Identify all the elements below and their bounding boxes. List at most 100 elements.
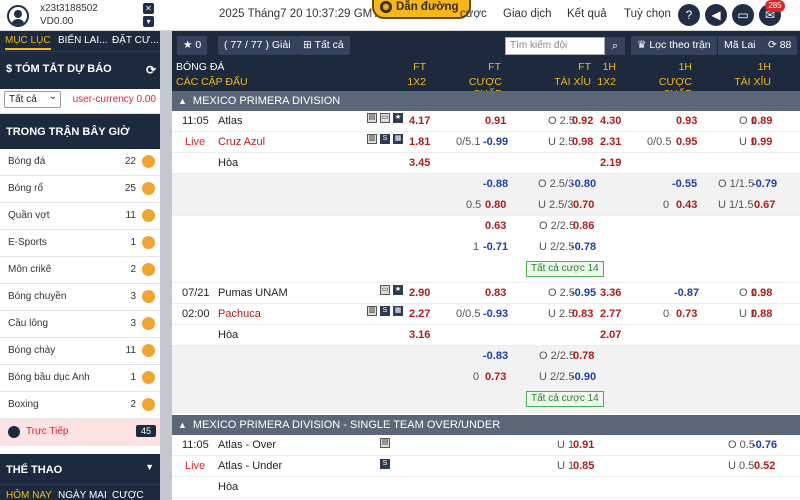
odds-1h-hdp-away[interactable]: 0.43 [676,199,697,211]
odds-hdp-home[interactable]: -0.88 [483,178,508,190]
tab-today[interactable]: HÔM NAY [6,490,52,500]
odds-ou-over[interactable]: -0.80 [571,178,596,190]
refresh-icon[interactable]: ⟳ [146,63,156,77]
search-input[interactable]: Tìm kiếm đội [505,37,605,55]
league-header[interactable]: ▲ MEXICO PRIMERA DIVISION [172,91,800,111]
tab-tomorrow[interactable]: NGÀY MAI [58,490,107,500]
s-icon[interactable]: S [380,306,390,316]
chart-icon[interactable]: ▥ [367,134,377,144]
odds-1h-under[interactable]: 0.99 [751,136,772,148]
nav-results[interactable]: Kết quả [567,8,607,20]
sidebar-item-live[interactable]: Trực Tiếp 45 [0,419,160,446]
sidebar-item-basketball[interactable]: Bóng rổ 25 [0,176,160,203]
chevron-down-icon[interactable]: ▾ [143,16,154,27]
odds-1h-home[interactable]: 3.36 [600,287,621,299]
star-icon[interactable]: ★ [393,113,403,123]
odds-ft-draw[interactable]: 3.45 [409,157,430,169]
odds-ou-under[interactable]: 0.98 [572,136,593,148]
sidebar-divider[interactable] [160,31,172,500]
sound-icon[interactable]: ◀ [705,4,727,26]
tab-parlay[interactable]: CƯỢC H... [112,490,160,500]
odds-hdp-home[interactable]: 0.83 [485,287,506,299]
nav-bet[interactable]: cược [460,8,487,20]
all-bets-button[interactable]: Tất cả cược 14 [526,261,604,277]
sidebar-item-rugby[interactable]: Bóng bầu dục Anh 1 [0,365,160,392]
odds-ft-home[interactable]: 4.17 [409,115,430,127]
odds-1h-hdp-away[interactable]: 0.95 [676,136,697,148]
odds-1h-home[interactable]: 4.30 [600,115,621,127]
odds-1h-over[interactable]: 0.98 [751,287,772,299]
nav-options[interactable]: Tuỳ chọn [624,8,671,20]
bet-summary-header[interactable]: $ TÓM TẮT DỰ BÁO ⟳ [0,51,160,89]
sports-header[interactable]: THỂ THAO ▼ [0,454,160,484]
odds-ft-away[interactable]: 1.81 [409,136,430,148]
odds-ou-over[interactable]: 0.91 [573,439,594,451]
tv-icon[interactable]: ▭ [380,113,390,123]
nav-transactions[interactable]: Giao dịch [503,8,552,20]
sidebar-item-badminton[interactable]: Cầu lông 3 [0,311,160,338]
odds-1h-hdp-home[interactable]: -0.55 [672,178,697,190]
odds-ou-under[interactable]: -0.90 [571,371,596,383]
odds-1h-draw[interactable]: 2.07 [600,329,621,341]
odds-1h-away[interactable]: 2.77 [600,308,621,320]
odds-1h-under[interactable]: 0.52 [754,460,775,472]
odds-hdp-home[interactable]: 0.63 [485,220,506,232]
odds-1h-away[interactable]: 2.31 [600,136,621,148]
help-icon[interactable]: ? [678,4,700,26]
sidebar-item-tennis[interactable]: Quần vợt 11 [0,203,160,230]
league-header[interactable]: ▲ MEXICO PRIMERA DIVISION - SINGLE TEAM O… [172,415,800,435]
odds-1h-draw[interactable]: 2.19 [600,157,621,169]
tab-bets[interactable]: ĐẶT CƯ... [112,35,159,46]
odds-ou-over[interactable]: 0.86 [573,220,594,232]
odds-type-button[interactable]: Mã Lai [718,36,762,55]
odds-1h-under[interactable]: 0.88 [751,308,772,320]
odds-hdp-away[interactable]: 0.80 [485,199,506,211]
odds-ou-over[interactable]: 0.78 [573,350,594,362]
guide-button[interactable]: ◉ Dẫn đường [372,0,471,19]
odds-hdp-home[interactable]: 0.91 [485,115,506,127]
filter-select[interactable]: Tất cả [4,89,61,108]
tv-icon[interactable]: ▭ [380,285,390,295]
all-button[interactable]: ⊞ Tất cả [297,36,350,55]
odds-hdp-away[interactable]: -0.93 [483,308,508,320]
close-icon[interactable]: ✕ [143,3,154,14]
match-filter-button[interactable]: ♛ Lọc theo trận [631,36,717,55]
odds-hdp-away[interactable]: -0.99 [483,136,508,148]
avatar-icon[interactable] [7,5,29,27]
odds-1h-over[interactable]: 0.89 [751,115,772,127]
odds-hdp-away[interactable]: -0.71 [483,241,508,253]
tab-menu[interactable]: MỤC LỤC [5,35,51,50]
sidebar-item-boxing[interactable]: Boxing 2 [0,392,160,419]
s-icon[interactable]: S [380,134,390,144]
chart-icon[interactable]: ▥ [367,306,377,316]
odds-ou-over[interactable]: 0.92 [572,115,593,127]
s-icon[interactable]: S [380,459,390,469]
odds-1h-hdp-away[interactable]: 0.73 [676,308,697,320]
tab-receipts[interactable]: BIỂN LAI... [58,35,107,46]
odds-ou-under[interactable]: -0.78 [571,241,596,253]
odds-1h-hdp-home[interactable]: 0.93 [676,115,697,127]
monitor-icon[interactable]: ▭ [732,4,754,26]
odds-ou-under[interactable]: 0.83 [572,308,593,320]
sidebar-item-baseball[interactable]: Bóng chày 11 [0,338,160,365]
odds-ou-over[interactable]: -0.95 [571,287,596,299]
odds-hdp-home[interactable]: -0.83 [483,350,508,362]
leagues-button[interactable]: ( 77 / 77 ) Giải [218,36,297,55]
sidebar-item-volleyball[interactable]: Bóng chuyền 3 [0,284,160,311]
odds-ft-draw[interactable]: 3.16 [409,329,430,341]
odds-ft-away[interactable]: 2.27 [409,308,430,320]
star-icon[interactable]: ★ [393,285,403,295]
odds-1h-over[interactable]: -0.79 [752,178,777,190]
sidebar-item-esports[interactable]: E-Sports 1 [0,230,160,257]
stats-icon[interactable]: ▤ [367,113,377,123]
odds-1h-hdp-home[interactable]: -0.87 [674,287,699,299]
search-icon[interactable]: ⌕ [605,37,625,55]
stats-icon[interactable]: ▤ [380,438,390,448]
sidebar-item-cricket[interactable]: Môn crikê 2 [0,257,160,284]
odds-hdp-away[interactable]: 0.73 [485,371,506,383]
odds-1h-under[interactable]: 0.67 [754,199,775,211]
all-bets-button[interactable]: Tất cả cược 14 [526,391,604,407]
refresh-button[interactable]: ⟳ 88 [762,36,798,55]
odds-ou-under[interactable]: 0.85 [573,460,594,472]
settings-icon[interactable]: ▦ [393,134,403,144]
